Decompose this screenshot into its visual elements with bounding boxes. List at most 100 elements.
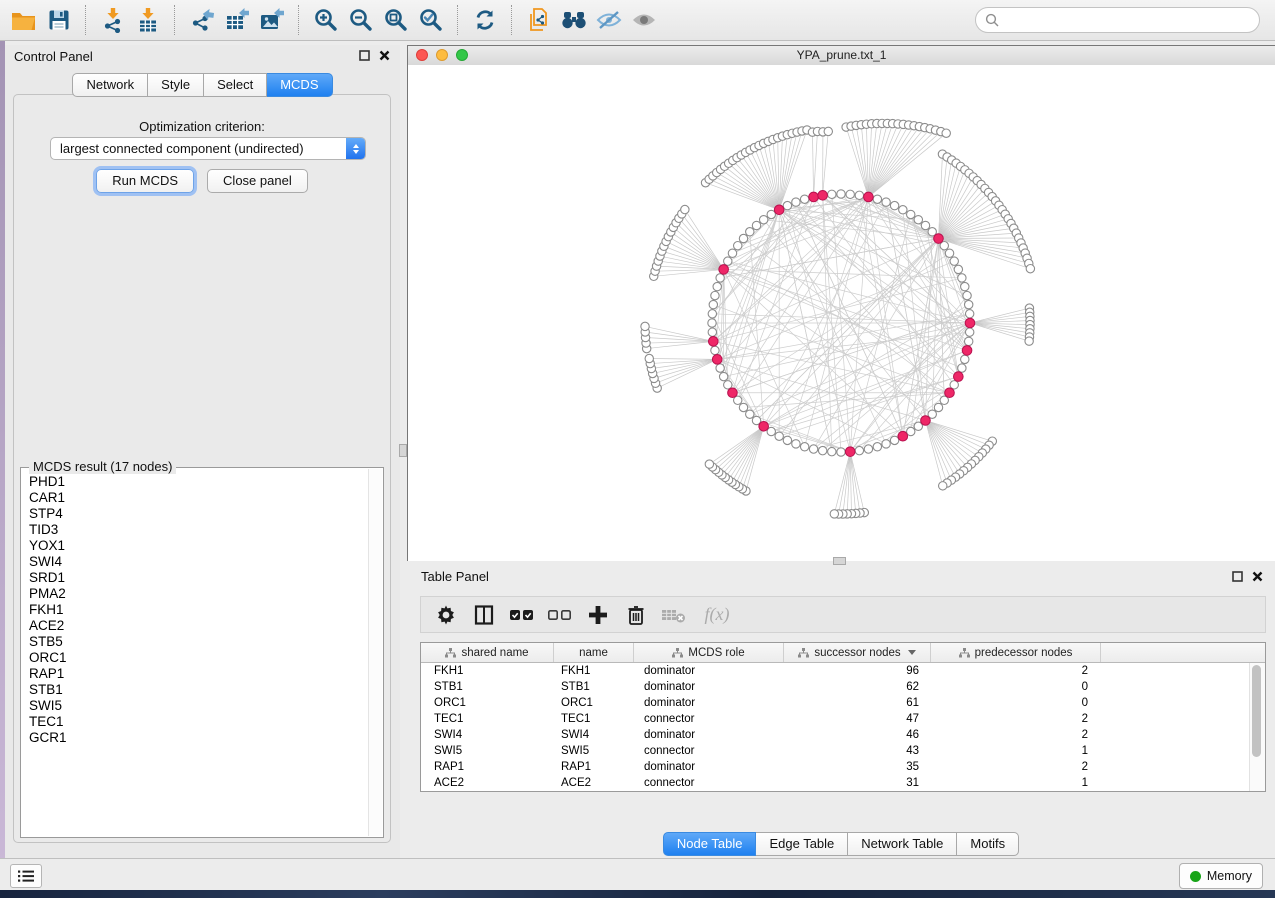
table-cell: TEC1 — [421, 713, 554, 725]
dropdown-selected-value: largest connected component (undirected) — [51, 141, 346, 156]
node-table: shared name name MCDS rolesuccessor nodes p… — [420, 642, 1266, 792]
save-session-icon[interactable] — [41, 3, 76, 37]
mcds-result-item: TID3 — [29, 522, 369, 538]
refresh-view-icon[interactable] — [467, 3, 502, 37]
dropdown-stepper-icon — [346, 138, 365, 159]
import-network-icon[interactable] — [95, 3, 130, 37]
table-cell: SWI4 — [554, 729, 634, 741]
mcds-result-scrollbar[interactable] — [368, 469, 382, 836]
export-network-icon[interactable] — [184, 3, 219, 37]
status-bar: Memory — [0, 858, 1275, 890]
table-vertical-scrollbar[interactable] — [1249, 663, 1265, 791]
tab-select[interactable]: Select — [204, 73, 267, 97]
close-panel-icon[interactable] — [379, 50, 390, 61]
window-close-traffic-light[interactable] — [416, 49, 428, 61]
table-cell: dominator — [634, 697, 784, 709]
scrollbar-thumb[interactable] — [1252, 665, 1261, 757]
mcds-result-item: ORC1 — [29, 650, 369, 666]
zoom-selected-icon[interactable] — [413, 3, 448, 37]
select-all-rows-icon[interactable] — [505, 600, 538, 630]
window-minimize-traffic-light[interactable] — [436, 49, 448, 61]
tab-network[interactable]: Network — [72, 73, 148, 97]
tab-node-table[interactable]: Node Table — [663, 832, 757, 856]
table-row[interactable]: SWI5SWI5connector431 — [421, 743, 1265, 759]
memory-label: Memory — [1207, 869, 1252, 883]
float-panel-icon[interactable] — [1232, 571, 1243, 582]
optimization-criterion-dropdown[interactable]: largest connected component (undirected) — [50, 137, 366, 160]
close-panel-icon[interactable] — [1252, 571, 1263, 582]
mcds-result-item: CAR1 — [29, 490, 369, 506]
column-header-name[interactable]: name — [554, 643, 634, 662]
tab-mcds[interactable]: MCDS — [267, 73, 332, 97]
table-cell: SWI4 — [421, 729, 554, 741]
export-image-icon[interactable] — [254, 3, 289, 37]
clone-network-icon[interactable] — [521, 3, 556, 37]
table-header-row: shared name name MCDS rolesuccessor nodes p… — [421, 643, 1265, 663]
tab-edge-table[interactable]: Edge Table — [756, 832, 848, 856]
mcds-result-item: FKH1 — [29, 602, 369, 618]
float-panel-icon[interactable] — [359, 50, 370, 61]
table-row[interactable]: ORC1ORC1dominator610 — [421, 695, 1265, 711]
network-window-titlebar[interactable]: YPA_prune.txt_1 — [408, 46, 1275, 66]
window-zoom-traffic-light[interactable] — [456, 49, 468, 61]
network-window-title: YPA_prune.txt_1 — [408, 46, 1275, 64]
table-row[interactable]: YOX1YOX1connector291 — [421, 791, 1265, 792]
zoom-in-icon[interactable] — [308, 3, 343, 37]
column-header-label: shared name — [461, 647, 528, 659]
network-graph[interactable] — [408, 65, 1274, 561]
tab-style[interactable]: Style — [148, 73, 204, 97]
table-row[interactable]: RAP1RAP1dominator352 — [421, 759, 1265, 775]
table-row[interactable]: STB1STB1dominator620 — [421, 679, 1265, 695]
import-table-icon[interactable] — [130, 3, 165, 37]
mcds-result-list[interactable]: PHD1CAR1STP4TID3YOX1SWI4SRD1PMA2FKH1ACE2… — [21, 474, 369, 835]
table-row[interactable]: TEC1TEC1connector472 — [421, 711, 1265, 727]
table-row[interactable]: FKH1FKH1dominator962 — [421, 663, 1265, 679]
show-task-history-button[interactable] — [10, 864, 42, 888]
hide-graphics-details-icon[interactable] — [591, 3, 626, 37]
search-binoculars-icon[interactable] — [556, 3, 591, 37]
vertical-splitter-handle[interactable] — [399, 444, 407, 457]
table-options-gear-icon[interactable] — [429, 600, 462, 630]
open-file-icon[interactable] — [6, 3, 41, 37]
table-toolbar: f(x) — [420, 596, 1266, 633]
table-cell: 0 — [931, 697, 1101, 709]
optimization-criterion-label: Optimization criterion: — [14, 119, 390, 134]
network-canvas[interactable] — [408, 65, 1275, 561]
column-header-label: name — [579, 647, 608, 659]
search-input[interactable] — [975, 7, 1260, 33]
column-header-shared-name[interactable]: shared name — [421, 643, 554, 662]
sort-descending-icon — [908, 650, 916, 655]
table-cell: 35 — [784, 761, 931, 773]
column-header-MCDS-role[interactable]: MCDS role — [634, 643, 784, 662]
table-row[interactable]: SWI4SWI4dominator462 — [421, 727, 1265, 743]
network-view-window: YPA_prune.txt_1 — [407, 45, 1275, 561]
mcds-result-item: ACE2 — [29, 618, 369, 634]
table-cell: dominator — [634, 665, 784, 677]
show-graphics-details-icon — [626, 3, 661, 37]
add-column-icon[interactable] — [581, 600, 614, 630]
table-cell: FKH1 — [554, 665, 634, 677]
mcds-result-legend: MCDS result (17 nodes) — [29, 459, 176, 474]
export-table-icon[interactable] — [219, 3, 254, 37]
tab-network-table[interactable]: Network Table — [848, 832, 957, 856]
horizontal-splitter-handle[interactable] — [833, 557, 846, 565]
table-panel: Table Panel f(x) shared namenameMCDS rol… — [407, 562, 1275, 858]
column-selector-icon[interactable] — [467, 600, 500, 630]
table-row[interactable]: ACE2ACE2connector311 — [421, 775, 1265, 791]
memory-button[interactable]: Memory — [1179, 863, 1263, 889]
table-cell: connector — [634, 745, 784, 757]
zoom-out-icon[interactable] — [343, 3, 378, 37]
column-header-predecessor-nodes[interactable]: predecessor nodes — [931, 643, 1101, 662]
column-header-successor-nodes[interactable]: successor nodes — [784, 643, 931, 662]
table-cell: 61 — [784, 697, 931, 709]
close-panel-button[interactable]: Close panel — [207, 169, 308, 193]
control-panel: Control Panel NetworkStyleSelectMCDS Opt… — [5, 45, 400, 858]
column-header-label: predecessor nodes — [975, 647, 1073, 659]
deselect-all-rows-icon[interactable] — [543, 600, 576, 630]
mcds-result-box: MCDS result (17 nodes) PHD1CAR1STP4TID3Y… — [20, 467, 384, 838]
tab-motifs[interactable]: Motifs — [957, 832, 1019, 856]
list-icon — [17, 869, 35, 883]
zoom-fit-icon[interactable] — [378, 3, 413, 37]
run-mcds-button[interactable]: Run MCDS — [96, 169, 194, 193]
delete-column-icon[interactable] — [619, 600, 652, 630]
